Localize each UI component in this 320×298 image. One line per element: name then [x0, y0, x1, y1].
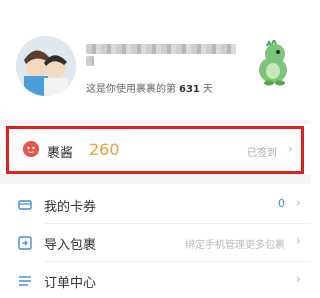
import-hint: 绑定手机管理更多包裹 [185, 240, 285, 251]
bean-mascot-icon [23, 141, 39, 157]
profile-header: 这是你使用裹裹的第 631 天 [0, 0, 311, 120]
section-divider [0, 120, 311, 124]
days-suffix: 天 [202, 84, 213, 95]
menu-item-label: 订单中心 [44, 276, 97, 291]
chevron-right-icon: › [295, 234, 301, 249]
list-icon [18, 273, 32, 287]
menu-item-orders[interactable]: 订单中心 › [0, 262, 311, 298]
chevron-right-icon: › [295, 272, 301, 287]
chevron-right-icon: › [287, 142, 293, 157]
username-blurred [86, 40, 248, 66]
menu-item-import-package[interactable]: 导入包裹 绑定手机管理更多包裹 › [0, 224, 311, 260]
days-prefix: 这是你使用裹裹的第 [86, 84, 176, 95]
days-count: 631 [179, 84, 200, 95]
checkin-status: 已签到 [247, 148, 277, 159]
chevron-right-icon: › [295, 196, 301, 211]
coupon-count: 0 [278, 197, 285, 210]
points-label: 裹酱 [47, 146, 74, 161]
points-value: 260 [89, 140, 120, 159]
import-icon [18, 235, 32, 250]
dinosaur-mascot-icon [251, 37, 297, 86]
menu-item-label: 我的卡券 [44, 200, 97, 215]
menu-item-coupons[interactable]: 我的卡券 0 › [0, 186, 311, 222]
usage-days-text: 这是你使用裹裹的第 631 天 [86, 80, 213, 95]
section-divider [0, 174, 311, 184]
card-icon [18, 197, 32, 211]
menu-item-label: 导入包裹 [44, 238, 97, 253]
avatar[interactable] [16, 36, 76, 96]
points-row[interactable]: 裹酱 260 已签到 › [6, 126, 304, 174]
